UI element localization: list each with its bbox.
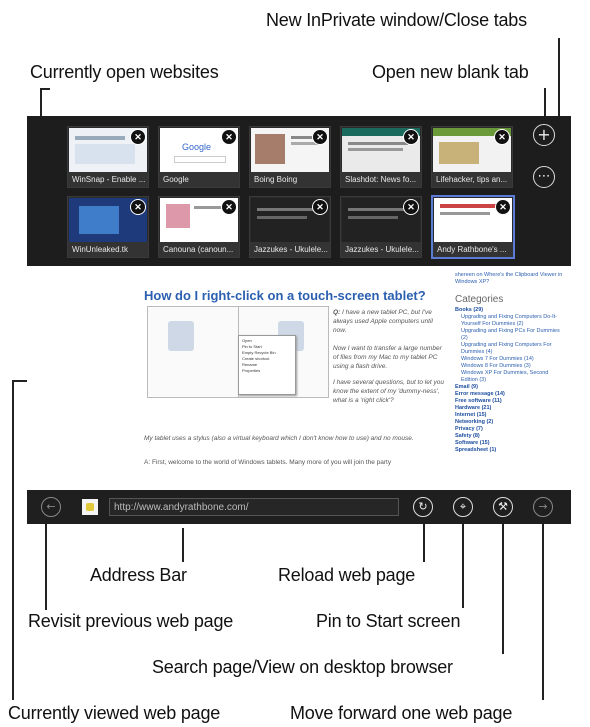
reload-button[interactable]: ↻ (413, 497, 433, 517)
close-icon[interactable]: ✕ (221, 129, 237, 145)
tab-title: Canouna (canoun... (159, 242, 239, 257)
category-link[interactable]: Books (29) (455, 307, 565, 314)
category-link[interactable]: Spreadsheet (1) (455, 447, 565, 454)
category-link[interactable]: Software (15) (455, 440, 565, 447)
sidebar: shereen on Where's the Clipboard Viewer … (455, 266, 565, 454)
question-label: Q: (333, 309, 341, 316)
callout-forward: Move forward one web page (290, 703, 513, 723)
address-input[interactable]: http://www.andyrathbone.com/ (109, 498, 399, 516)
leader-line (502, 520, 504, 654)
tabs-panel: ✕ WinSnap - Enable ... Google ✕ Google ✕… (27, 116, 571, 266)
tab-title: Google (159, 172, 239, 187)
callout-search-page: Search page/View on desktop browser (152, 657, 453, 677)
paragraph: I have several questions, but to let you… (333, 379, 444, 404)
leader-line (182, 528, 184, 562)
category-list: Books (29) Upgrading and Fixing Computers… (455, 307, 565, 454)
question-text: Q: I have a new tablet PC, but I've alwa… (333, 308, 445, 335)
back-button[interactable]: ← (41, 497, 61, 517)
tab-thumbnail[interactable]: ✕ Lifehacker, tips an... (431, 126, 513, 188)
leader-line (423, 520, 425, 562)
leader-line (542, 520, 544, 700)
paragraph: Now I want to transfer a large number of… (333, 345, 442, 370)
category-link[interactable]: Email (9) (455, 384, 565, 391)
category-link[interactable]: Upgrading and Fixing Computers Do-It-You… (455, 314, 565, 328)
article-title[interactable]: How do I right-click on a touch-screen t… (144, 288, 426, 303)
category-link[interactable]: Windows 8 For Dummies (3) (455, 363, 565, 370)
category-link[interactable]: Internet (15) (455, 412, 565, 419)
category-link[interactable]: Free software (11) (455, 398, 565, 405)
tab-title: Slashdot: News fo... (341, 172, 421, 187)
callout-back: Revisit previous web page (28, 611, 234, 631)
category-link[interactable]: Windows XP For Dummies, Second Edition (… (455, 370, 565, 384)
recent-comment[interactable]: shereen on Where's the Clipboard Viewer … (455, 272, 565, 286)
leader-line (45, 510, 47, 610)
category-link[interactable]: Windows 7 For Dummies (14) (455, 356, 565, 363)
tab-thumbnail[interactable]: ✕ WinUnleaked.tk (67, 196, 149, 258)
close-icon[interactable]: ✕ (403, 129, 419, 145)
callout-new-tab: Open new blank tab (372, 62, 529, 82)
tab-thumbnail[interactable]: ✕ Jazzukes - Ukulele... (340, 196, 422, 258)
close-icon[interactable]: ✕ (312, 199, 328, 215)
tab-title: Jazzukes - Ukulele... (341, 242, 421, 257)
close-icon[interactable]: ✕ (403, 199, 419, 215)
tab-title: WinUnleaked.tk (68, 242, 148, 257)
tab-thumbnail[interactable]: ✕ Slashdot: News fo... (340, 126, 422, 188)
callout-address-bar: Address Bar (90, 565, 187, 585)
category-link[interactable]: Upgrading and Fixing Computers For Dummi… (455, 342, 565, 356)
callout-open-sites: Currently open websites (30, 62, 219, 82)
tab-thumbnail[interactable]: ✕ WinSnap - Enable ... (67, 126, 149, 188)
menu-item: Properties (242, 368, 261, 373)
address-app-bar: ← http://www.andyrathbone.com/ ↻ ⌖ ⚒ → (27, 490, 571, 524)
callout-current-page: Currently viewed web page (8, 703, 221, 723)
site-favicon (82, 499, 98, 515)
callout-reload: Reload web page (278, 565, 416, 585)
close-icon[interactable]: ✕ (494, 129, 510, 145)
tab-title: WinSnap - Enable ... (68, 172, 148, 187)
close-icon[interactable]: ✕ (495, 199, 511, 215)
tab-thumbnail[interactable]: ✕ Canouna (canoun... (158, 196, 240, 258)
context-menu: Open Pin to Start Empty Recycle Bin Crea… (238, 335, 296, 395)
leader-line (462, 520, 464, 608)
close-icon[interactable]: ✕ (130, 199, 146, 215)
tab-title: Boing Boing (250, 172, 330, 187)
tab-title: Jazzukes - Ukulele... (250, 242, 330, 257)
close-icon[interactable]: ✕ (221, 199, 237, 215)
web-page-content: How do I right-click on a touch-screen t… (27, 266, 571, 490)
more-options-button[interactable]: ⋯ (533, 166, 555, 188)
callout-pin: Pin to Start screen (316, 611, 461, 631)
pin-button[interactable]: ⌖ (453, 497, 473, 517)
tab-thumbnail[interactable]: ✕ Boing Boing (249, 126, 331, 188)
leader-line (12, 380, 14, 700)
page-tools-button[interactable]: ⚒ (493, 497, 513, 517)
category-link[interactable]: Error message (14) (455, 391, 565, 398)
paragraph: A: First, welcome to the world of Window… (144, 459, 392, 466)
question-body: I have a new tablet PC, but I've always … (333, 309, 433, 334)
callout-inprivate: New InPrivate window/Close tabs (266, 10, 527, 30)
leader-line (40, 88, 50, 90)
tab-thumbnail-selected[interactable]: ✕ Andy Rathbone's ... (431, 195, 515, 259)
category-link[interactable]: Upgrading and Fixing PCs For Dummies (2) (455, 328, 565, 342)
categories-heading: Categories (455, 294, 504, 305)
tab-thumbnail[interactable]: ✕ Jazzukes - Ukulele... (249, 196, 331, 258)
close-icon[interactable]: ✕ (312, 129, 328, 145)
tab-title: Lifehacker, tips an... (432, 172, 512, 187)
category-link[interactable]: Privacy (7) (455, 426, 565, 433)
tab-title: Andy Rathbone's ... (433, 242, 513, 257)
browser-screen: ✕ WinSnap - Enable ... Google ✕ Google ✕… (27, 116, 571, 524)
paragraph: My tablet uses a stylus (also a virtual … (144, 435, 414, 442)
tab-thumbnail[interactable]: Google ✕ Google (158, 126, 240, 188)
article-image: Open Pin to Start Empty Recycle Bin Crea… (147, 306, 329, 398)
category-link[interactable]: Hardware (21) (455, 405, 565, 412)
new-tab-button[interactable]: + (533, 124, 555, 146)
close-icon[interactable]: ✕ (130, 129, 146, 145)
category-link[interactable]: Networking (2) (455, 419, 565, 426)
forward-button[interactable]: → (533, 497, 553, 517)
category-link[interactable]: Safety (8) (455, 433, 565, 440)
